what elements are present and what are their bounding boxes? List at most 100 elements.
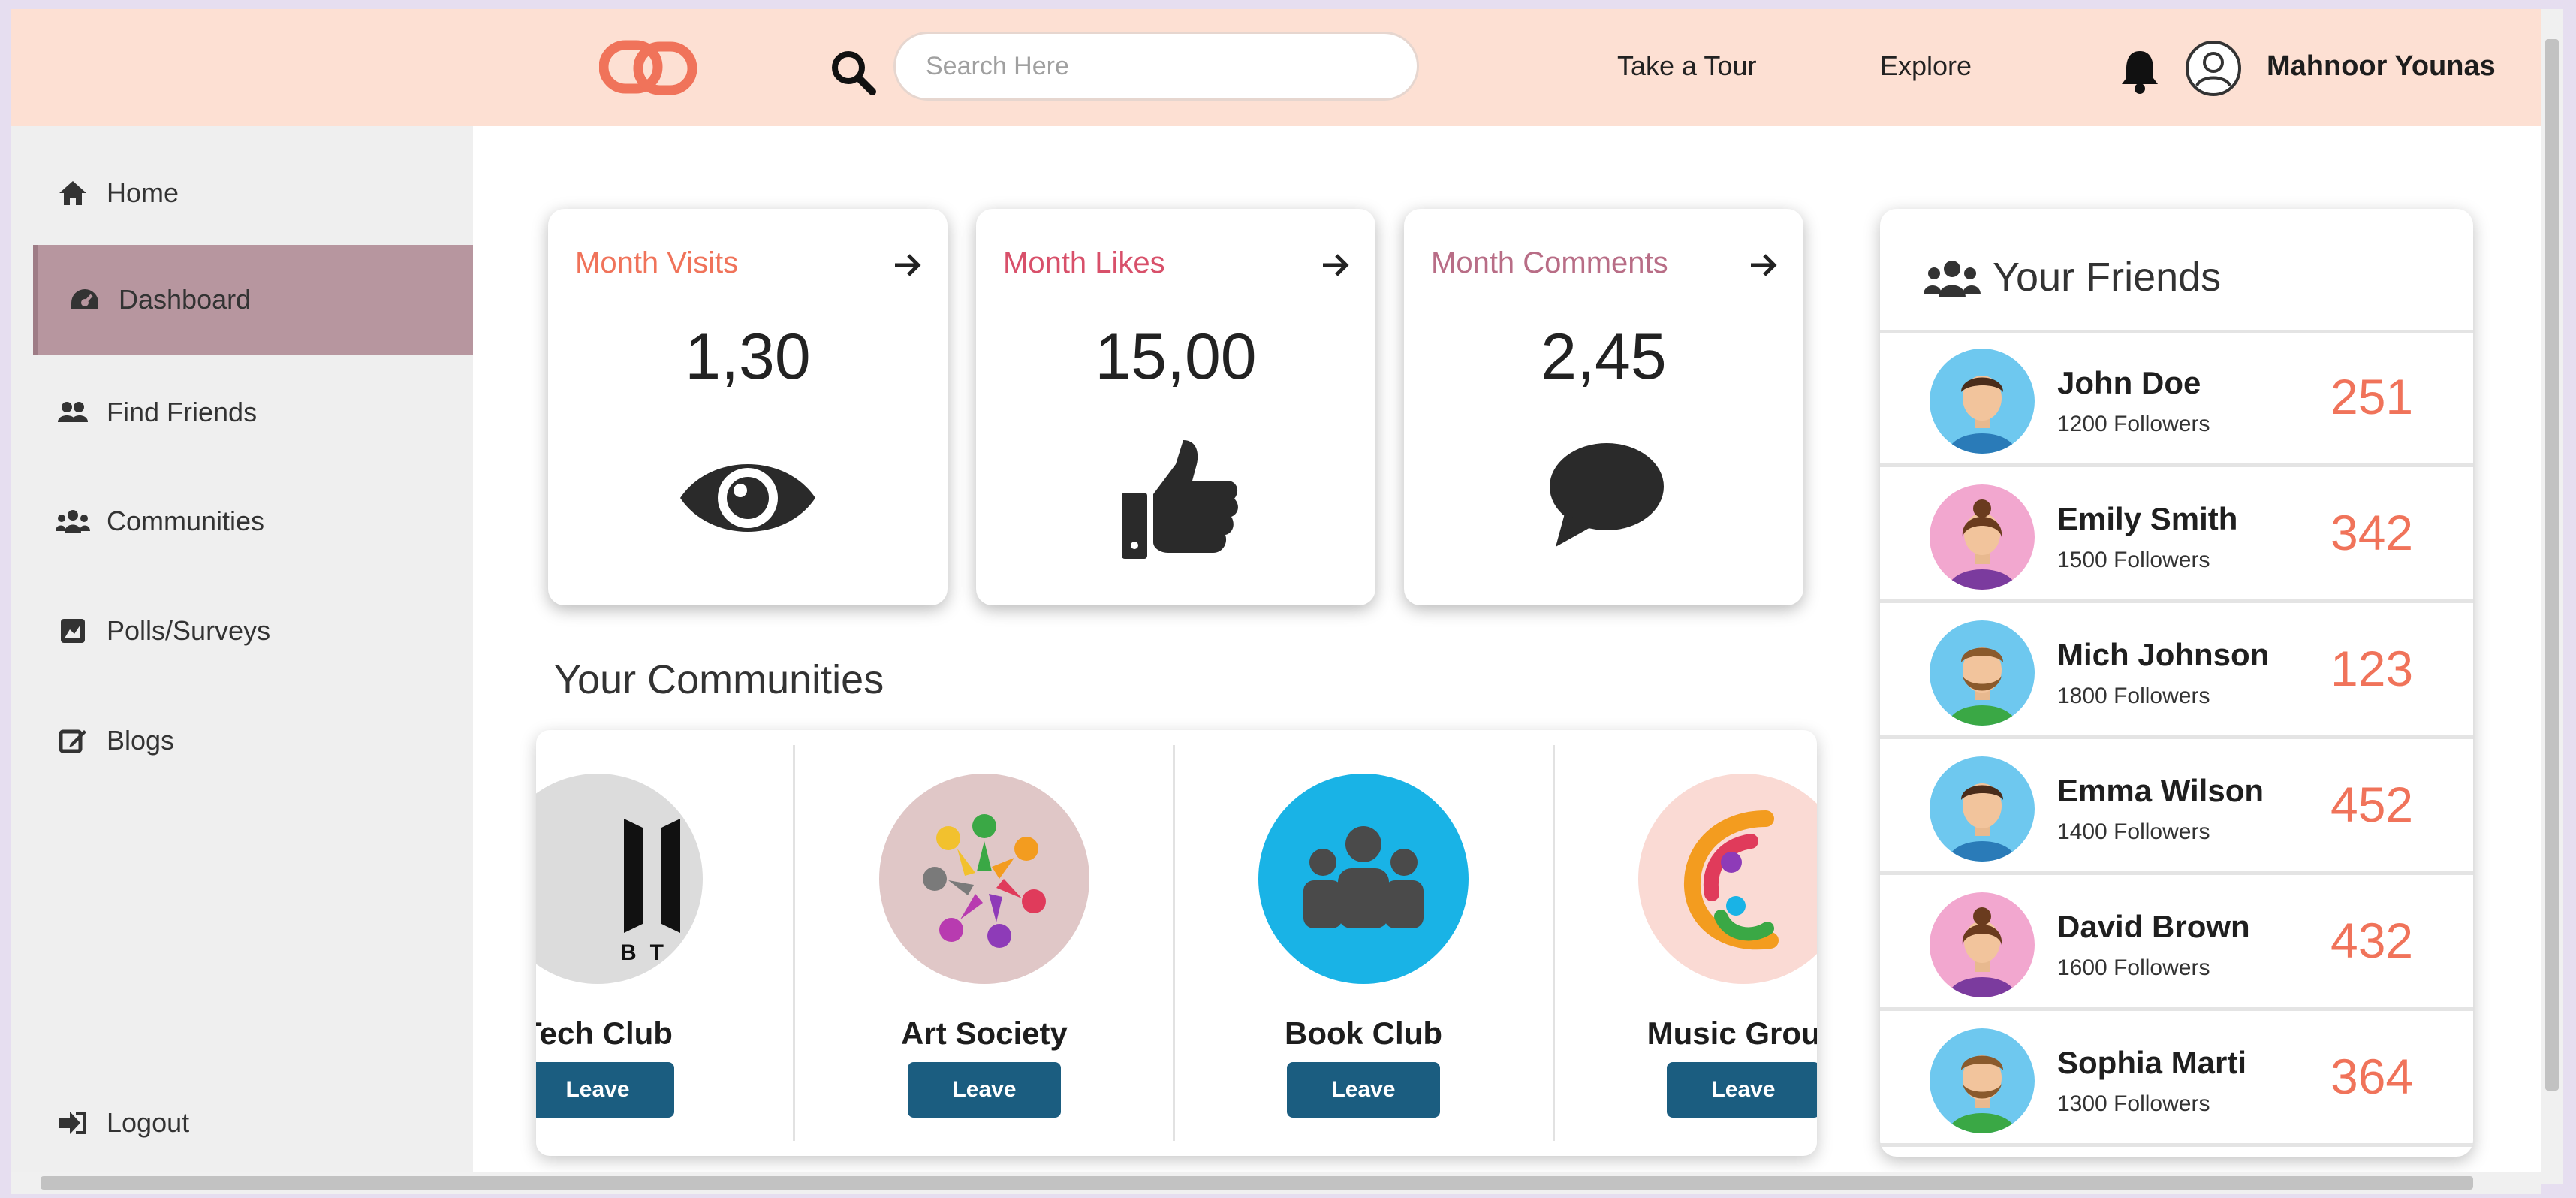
logout-icon	[56, 1108, 90, 1138]
community-name: Music Group	[1647, 1015, 1817, 1051]
friend-name[interactable]: Emily Smith	[2057, 501, 2237, 537]
scrollbar-thumb[interactable]	[2545, 39, 2559, 1091]
leave-button[interactable]: Leave	[536, 1062, 674, 1118]
sidebar-item-label: Communities	[107, 505, 265, 536]
friend-name[interactable]: Emma Wilson	[2057, 773, 2264, 809]
art-logo-icon	[923, 814, 1046, 948]
leave-button[interactable]: Leave	[908, 1062, 1061, 1118]
users-icon	[56, 397, 90, 427]
friend-avatar[interactable]	[1930, 892, 2035, 997]
sidebar-item-label: Dashboard	[119, 284, 252, 315]
community-logo	[1638, 774, 1817, 984]
user-avatar-icon[interactable]	[2184, 39, 2243, 98]
friends-panel: Your Friends John Doe 1200 Followers 251 Em…	[1880, 209, 2473, 1157]
username[interactable]: Mahnoor Younas	[2267, 50, 2496, 83]
scrollbar-thumb[interactable]	[41, 1176, 2473, 1190]
friend-count: 342	[2330, 505, 2414, 560]
arrow-right-icon[interactable]	[1746, 248, 1781, 282]
horizontal-scrollbar[interactable]	[11, 1172, 2541, 1194]
sidebar-item-home[interactable]: Home	[11, 159, 473, 227]
friends-title: Your Friends	[1993, 255, 2222, 300]
friends-header: Your Friends	[1880, 209, 2473, 333]
friend-count: 364	[2330, 1049, 2414, 1104]
communities-title: Your Communities	[554, 657, 884, 702]
friend-avatar[interactable]	[1930, 1028, 2035, 1133]
communities-carousel[interactable]: BTS Tech Club Leave Art Society Leave Bo…	[536, 730, 1817, 1156]
explore-link[interactable]: Explore	[1880, 50, 1972, 82]
stat-card-month-likes[interactable]: Month Likes 15,00	[976, 209, 1375, 605]
bell-icon[interactable]	[2119, 47, 2161, 95]
stat-value: 1,30	[685, 321, 811, 393]
friend-name[interactable]: David Brown	[2057, 909, 2250, 945]
community-card-art-society: Art Society Leave	[795, 745, 1174, 1141]
community-logo	[1258, 774, 1469, 984]
friend-followers: 1400 Followers	[2057, 819, 2210, 844]
logout-button[interactable]: Logout	[11, 1089, 473, 1157]
friend-followers: 1500 Followers	[2057, 548, 2210, 572]
friend-name[interactable]: Mich Johnson	[2057, 637, 2269, 673]
sidebar-item-polls-surveys[interactable]: Polls/Surveys	[11, 597, 473, 665]
friend-name[interactable]: Sophia Marti	[2057, 1045, 2246, 1081]
friend-row[interactable]: David Brown 1600 Followers 432	[1880, 877, 2473, 1011]
friend-name[interactable]: John Doe	[2057, 365, 2201, 401]
sidebar-item-communities[interactable]: Communities	[11, 487, 473, 555]
search-input[interactable]	[893, 32, 1419, 101]
sidebar-item-label: Blogs	[107, 725, 175, 756]
stat-title: Month Comments	[1431, 246, 1668, 279]
sidebar-item-find-friends[interactable]: Find Friends	[11, 379, 473, 446]
search-icon[interactable]	[829, 48, 878, 98]
logo-icon[interactable]	[599, 39, 697, 96]
stat-title: Month Likes	[1003, 246, 1165, 279]
friend-avatar[interactable]	[1930, 484, 2035, 590]
arrow-right-icon[interactable]	[890, 248, 925, 282]
friend-row[interactable]: Emma Wilson 1400 Followers 452	[1880, 741, 2473, 875]
stat-value: 15,00	[1095, 321, 1257, 393]
friend-row[interactable]: Emily Smith 1500 Followers 342	[1880, 469, 2473, 603]
community-card-book-club: Book Club Leave	[1174, 745, 1553, 1141]
friend-followers: 1300 Followers	[2057, 1091, 2210, 1116]
group-icon	[56, 506, 90, 536]
arrow-right-icon[interactable]	[1318, 248, 1353, 282]
friend-row[interactable]: Sophia Marti 1300 Followers 364	[1880, 1013, 2473, 1147]
sidebar-item-label: Find Friends	[107, 397, 258, 427]
friend-count: 452	[2330, 777, 2414, 832]
stat-card-month-comments[interactable]: Month Comments 2,45	[1404, 209, 1803, 605]
vertical-scrollbar[interactable]	[2541, 9, 2563, 1184]
eye-icon	[680, 464, 815, 532]
community-logo-text: BTS	[620, 940, 703, 965]
sidebar-item-blogs[interactable]: Blogs	[11, 707, 473, 774]
sidebar-item-label: Polls/Surveys	[107, 615, 271, 646]
friend-avatar[interactable]	[1930, 756, 2035, 862]
comment-icon	[1550, 443, 1664, 547]
users-icon	[1924, 261, 1981, 297]
community-name: Tech Club	[536, 1015, 673, 1051]
stat-title: Month Visits	[575, 246, 739, 279]
leave-button[interactable]: Leave	[1287, 1062, 1440, 1118]
stat-value: 2,45	[1541, 321, 1667, 393]
friend-avatar[interactable]	[1930, 620, 2035, 726]
friend-row[interactable]: John Doe 1200 Followers 251	[1880, 333, 2473, 467]
stat-card-month-visits[interactable]: Month Visits 1,30	[548, 209, 948, 605]
leave-button[interactable]: Leave	[1667, 1062, 1817, 1118]
music-logo-icon	[1683, 810, 1779, 950]
thumbs-up-icon	[1122, 440, 1238, 559]
sidebar-item-label: Home	[107, 177, 179, 208]
app-window: Take a Tour Explore Mahnoor Younas Home …	[11, 9, 2541, 1184]
community-name: Book Club	[1285, 1015, 1442, 1051]
friend-avatar[interactable]	[1930, 349, 2035, 454]
friend-followers: 1800 Followers	[2057, 683, 2210, 708]
friend-count: 432	[2330, 913, 2414, 968]
sidebar: Home Dashboard Find Friends Communities …	[11, 126, 473, 1184]
take-a-tour-link[interactable]: Take a Tour	[1617, 50, 1756, 82]
friend-count: 251	[2330, 369, 2414, 424]
logout-label: Logout	[107, 1107, 190, 1138]
sidebar-item-dashboard[interactable]: Dashboard	[33, 245, 473, 355]
top-header: Take a Tour Explore Mahnoor Younas	[11, 9, 2541, 126]
friend-followers: 1200 Followers	[2057, 412, 2210, 436]
community-card-tech-club: BTS Tech Club Leave	[536, 745, 787, 1141]
community-card-music-group: Music Group Leave	[1554, 745, 1817, 1141]
community-logo	[879, 774, 1089, 984]
friend-row[interactable]: Mich Johnson 1800 Followers 123	[1880, 605, 2473, 739]
edit-icon	[56, 726, 90, 756]
community-name: Art Society	[901, 1015, 1068, 1051]
